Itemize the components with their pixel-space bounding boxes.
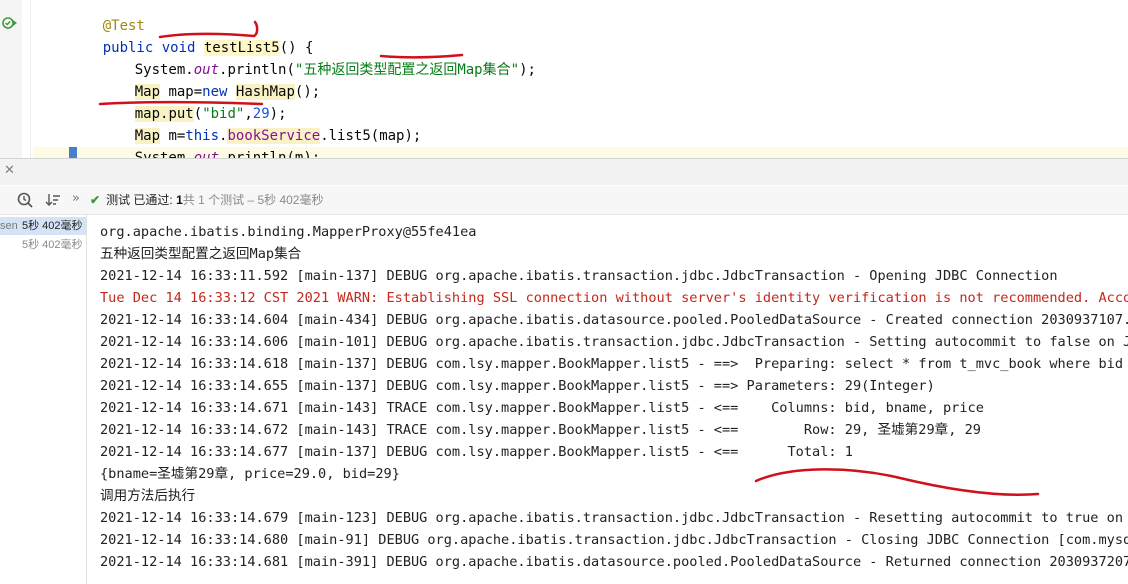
sort-icon[interactable] [44,191,62,209]
console-line: 五种返回类型配置之返回Map集合 [100,246,302,262]
test-status-text: ✔ 测试 已通过: 1共 1 个测试 – 5秒 402毫秒 [90,192,323,208]
code-editor[interactable]: @Test public void testList5() { System.o… [0,0,1128,158]
matching-brace [69,147,77,158]
status-summary: 共 1 个测试 – 5秒 402毫秒 [182,193,324,207]
close-tab-icon[interactable]: ✕ [4,163,16,179]
console-line: {bname=圣墟第29章, price=29.0, bid=29} [100,466,400,482]
tree-row-selected[interactable]: sen 5秒 402毫秒 [0,217,86,235]
code-line-signature[interactable]: public void testList5() { [69,15,313,56]
code-token: (); [294,84,321,100]
string-token: 返回Map集合 [429,62,511,78]
run-tool-window-header [0,159,1128,185]
console-line: 2021-12-14 16:33:14.677 [main-137] DEBUG… [100,444,853,460]
console-line: 调用方法后执行 [100,488,196,504]
code-token: .println(m); [219,150,321,158]
code-token: .list5(map); [320,128,422,144]
console-line: 2021-12-14 16:33:14.679 [main-123] DEBUG… [100,510,1128,526]
tree-row-time[interactable]: 5秒 402毫秒 [22,236,83,254]
test-tree-panel[interactable]: sen 5秒 402毫秒 5秒 402毫秒 [0,215,87,584]
code-line-annotation[interactable]: @Test [69,0,145,34]
console-warn-line: Tue Dec 14 16:33:12 CST 2021 WARN: Estab… [100,290,1128,306]
code-line-map-put[interactable]: map.put("bid",29); [101,81,287,122]
code-line-println-1[interactable]: System.out.println("五种返回类型配置之返回Map集合"); [101,37,536,78]
editor-gutter [0,0,22,158]
status-count: 1 [176,193,183,207]
string-token: " [510,62,520,78]
more-toolbar-button[interactable]: » [72,191,80,206]
console-line: 2021-12-14 16:33:14.672 [main-143] TRACE… [100,422,981,438]
console-line: 2021-12-14 16:33:14.606 [main-101] DEBUG… [100,334,1128,350]
console-line: 2021-12-14 16:33:14.671 [main-143] TRACE… [100,400,984,416]
static-field-token: out [193,150,220,158]
code-line-println-2[interactable]: System.out.println(m); [101,125,320,158]
console-output[interactable]: org.apache.ibatis.binding.MapperProxy@55… [87,215,1128,584]
status-label: 测试 已通过: [106,193,177,207]
fold-guide [30,0,31,158]
test-history-icon[interactable] [16,191,34,209]
console-line: 2021-12-14 16:33:11.592 [main-137] DEBUG… [100,268,1058,284]
console-line: 2021-12-14 16:33:14.604 [main-434] DEBUG… [100,312,1128,328]
run-test-icon[interactable] [2,15,18,31]
check-icon: ✔ [90,193,101,207]
console-line: org.apache.ibatis.binding.MapperProxy@55… [100,224,477,240]
tree-row-time: 5秒 402毫秒 [22,220,83,232]
console-line: 2021-12-14 16:33:14.680 [main-91] DEBUG … [100,532,1128,548]
code-line-service-call[interactable]: Map m=this.bookService.list5(map); [101,103,421,144]
code-token: ); [519,62,536,78]
tree-row-name: sen [0,220,18,232]
console-line: 2021-12-14 16:33:14.618 [main-137] DEBUG… [100,356,1128,372]
code-token: System. [134,150,194,158]
console-line: 2021-12-14 16:33:14.681 [main-391] DEBUG… [100,554,1128,570]
console-line: 2021-12-14 16:33:14.655 [main-137] DEBUG… [100,378,935,394]
code-line-map-decl[interactable]: Map map=new HashMap(); [101,59,320,100]
